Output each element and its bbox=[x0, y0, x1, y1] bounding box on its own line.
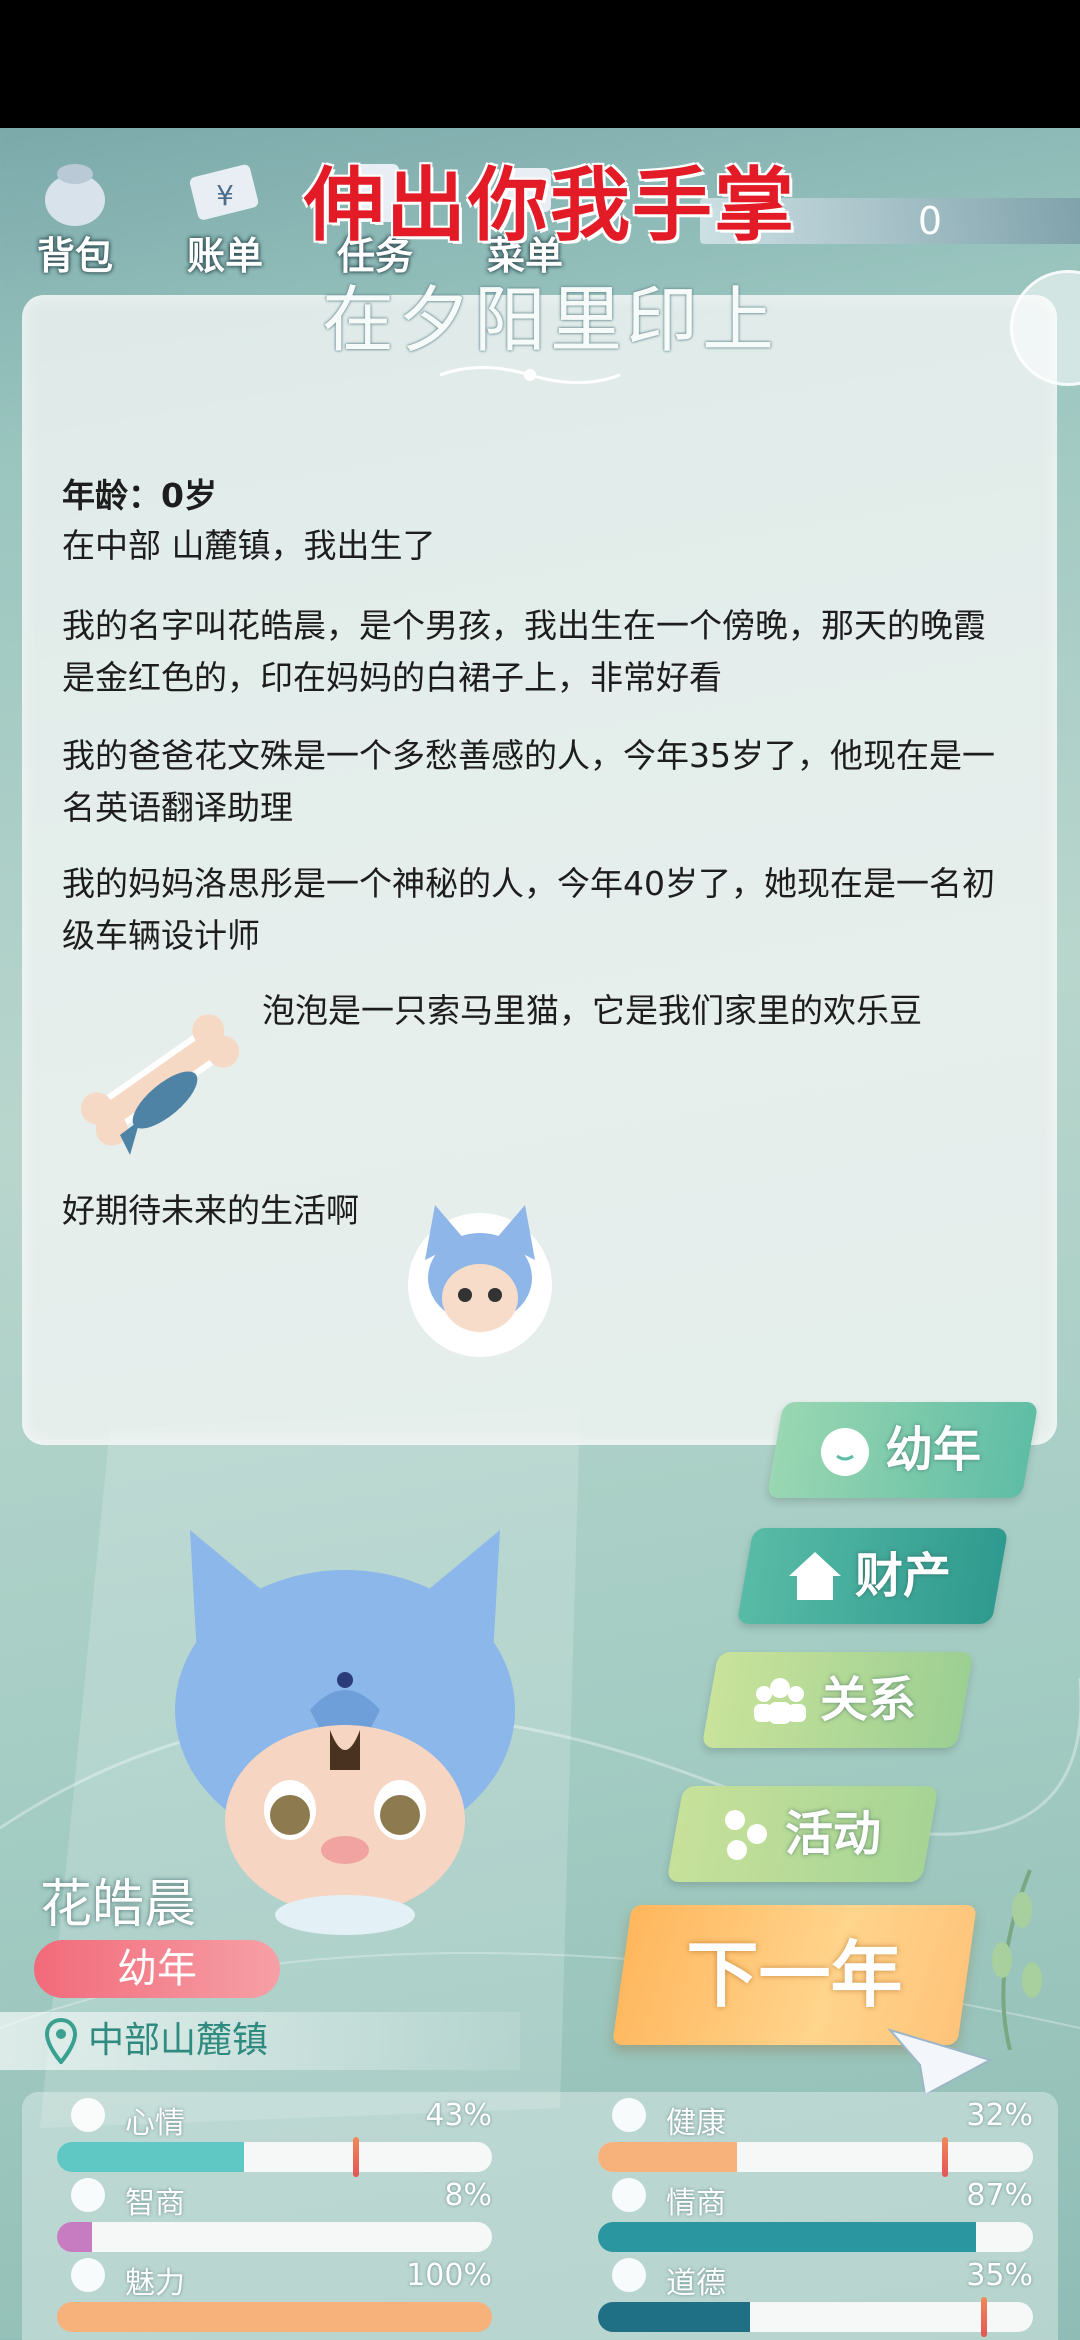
assets-button-label: 财产 bbox=[855, 1548, 952, 1604]
activities-button-label: 活动 bbox=[785, 1806, 882, 1862]
apple-icon bbox=[612, 2178, 646, 2212]
age-line: 年龄：0岁 bbox=[62, 476, 217, 515]
stat-morality-value: 35% bbox=[966, 2258, 1033, 2293]
lightbulb-icon bbox=[71, 2178, 105, 2212]
stat-mood-marker bbox=[352, 2137, 359, 2177]
stat-charm-bar bbox=[57, 2302, 492, 2332]
stat-morality-bar bbox=[598, 2302, 1033, 2332]
stat-charm-fill bbox=[57, 2302, 492, 2332]
svg-text:¥: ¥ bbox=[216, 179, 234, 212]
plant-decoration bbox=[992, 1869, 1042, 2050]
character-name: 花皓晨 bbox=[40, 1875, 197, 1935]
stage-button-label: 幼年 bbox=[885, 1422, 982, 1478]
story-paragraph-father: 我的爸爸花文殊是一个多愁善感的人，今年35岁了，他现在是一名英语翻译助理 bbox=[62, 736, 995, 827]
stat-iq-fill bbox=[57, 2222, 92, 2252]
relations-button[interactable]: 关系 bbox=[701, 1652, 974, 1748]
birth-line: 在中部 山麓镇，我出生了 bbox=[62, 526, 436, 565]
stat-morality-marker bbox=[980, 2297, 987, 2337]
assets-button[interactable]: 财产 bbox=[736, 1528, 1009, 1624]
story-paragraph-mother: 我的妈妈洛思彤是一个神秘的人，今年40岁了，她现在是一名初级车辆设计师 bbox=[62, 864, 995, 955]
stage-button[interactable]: 幼年 bbox=[766, 1402, 1039, 1498]
location-pin-icon bbox=[45, 2018, 77, 2064]
closing-line: 好期待未来的生活啊 bbox=[62, 1191, 359, 1230]
stat-mood-bar bbox=[57, 2142, 492, 2172]
lyric-banner-line2: 在夕阳里印上 bbox=[321, 278, 778, 362]
stat-health-value: 32% bbox=[966, 2098, 1033, 2133]
nav-backpack[interactable]: 背包 bbox=[5, 140, 145, 300]
heart-icon bbox=[612, 2098, 646, 2132]
activities-button[interactable]: 活动 bbox=[666, 1786, 939, 1882]
stat-iq-label: 智商 bbox=[125, 2186, 185, 2221]
nav-bill-label: 账单 bbox=[186, 234, 263, 278]
character-avatar bbox=[175, 1530, 515, 1935]
stat-eq-fill bbox=[598, 2222, 977, 2252]
stat-morality-fill bbox=[598, 2302, 751, 2332]
stat-charm-value: 100% bbox=[406, 2258, 492, 2293]
stat-eq-value: 87% bbox=[966, 2178, 1033, 2213]
smile-face-icon bbox=[71, 2098, 105, 2132]
backpack-icon bbox=[45, 164, 105, 226]
stat-eq-bar bbox=[598, 2222, 1033, 2252]
baby-face-icon bbox=[821, 1428, 869, 1476]
status-bar bbox=[0, 0, 1080, 128]
sparkle-icon bbox=[71, 2258, 105, 2292]
stat-charm-label: 魅力 bbox=[125, 2266, 185, 2301]
nav-backpack-label: 背包 bbox=[36, 234, 113, 278]
bill-icon: ¥ bbox=[189, 164, 259, 220]
story-paragraph-name: 我的名字叫花皓晨，是个男孩，我出生在一个傍晚，那天的晚霞是金红色的，印在妈妈的白… bbox=[62, 606, 986, 697]
stat-iq-value: 8% bbox=[444, 2178, 492, 2213]
nav-bill[interactable]: ¥ 账单 bbox=[155, 140, 295, 300]
stat-health-marker bbox=[941, 2137, 948, 2177]
stat-health-fill bbox=[598, 2142, 738, 2172]
stat-mood-value: 43% bbox=[425, 2098, 492, 2133]
relations-button-label: 关系 bbox=[820, 1672, 917, 1728]
pet-line: 泡泡是一只索马里猫，它是我们家里的欢乐豆 bbox=[262, 991, 922, 1030]
stat-mood-label: 心情 bbox=[125, 2106, 185, 2141]
pet-bone-fish-icon bbox=[80, 1014, 240, 1155]
stat-mood-fill bbox=[57, 2142, 245, 2172]
people-icon bbox=[754, 1678, 806, 1724]
stat-iq-bar bbox=[57, 2222, 492, 2252]
stat-eq-label: 情商 bbox=[666, 2186, 726, 2221]
scales-icon bbox=[612, 2258, 646, 2292]
lyric-banner-line1: 伸出你我手掌 bbox=[304, 158, 796, 252]
stat-health-bar bbox=[598, 2142, 1033, 2172]
stage-badge-label: 幼年 bbox=[117, 1946, 197, 1992]
activity-icon bbox=[725, 1810, 767, 1860]
ornament-divider bbox=[439, 366, 621, 384]
stat-morality-label: 道德 bbox=[666, 2266, 726, 2301]
house-icon bbox=[789, 1552, 841, 1600]
stat-health-label: 健康 bbox=[666, 2106, 726, 2141]
location-label: 中部山麓镇 bbox=[88, 2020, 269, 2061]
baby-avatar-sticker bbox=[408, 1205, 552, 1357]
